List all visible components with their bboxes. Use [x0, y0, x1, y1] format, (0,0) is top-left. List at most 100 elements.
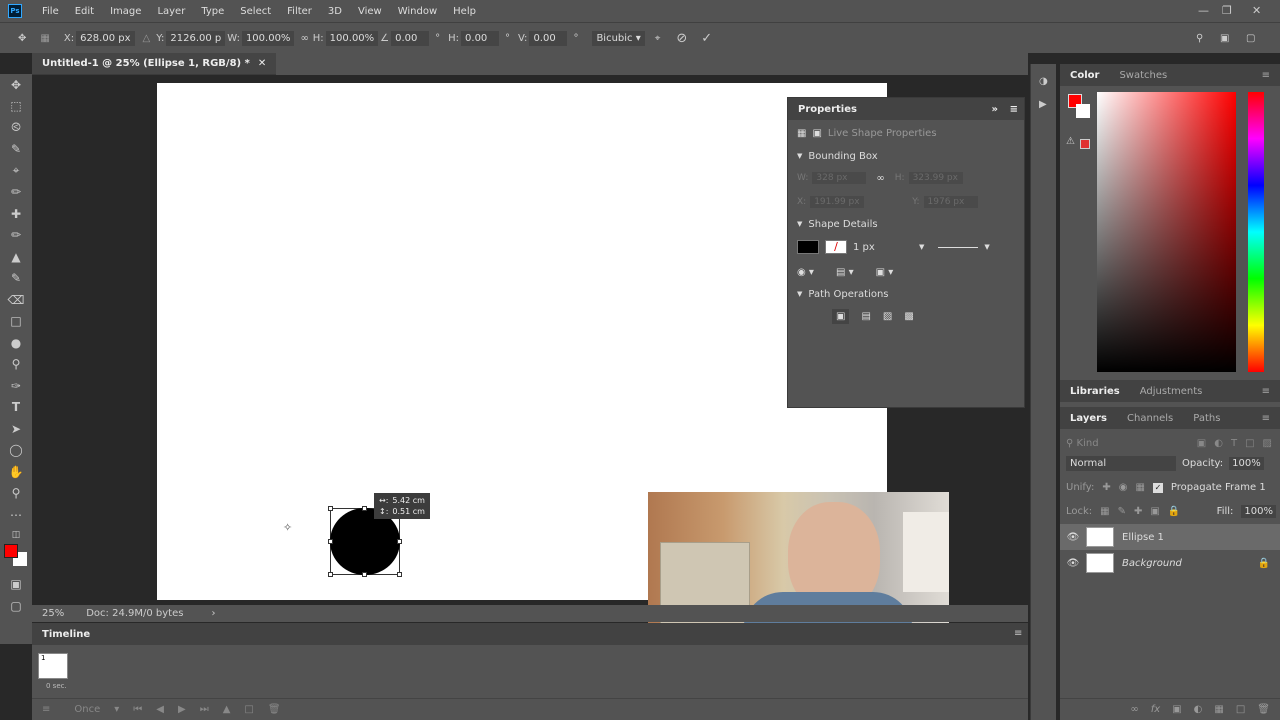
close-tab-icon[interactable]: ✕ [258, 58, 266, 69]
width-field[interactable]: 328 px [812, 172, 867, 184]
unify-position-icon[interactable]: ✚ [1102, 482, 1110, 493]
history-icon[interactable]: ◑ [1031, 64, 1056, 87]
brush-tool-icon[interactable]: ✏ [0, 225, 32, 247]
stamp-tool-icon[interactable]: ▲ [0, 246, 32, 268]
cancel-icon[interactable]: ⊘ [676, 31, 687, 46]
link-dimensions-icon[interactable]: ∞ [876, 173, 884, 184]
stroke-align-icon[interactable]: ◉ ▾ [797, 267, 814, 278]
menu-type[interactable]: Type [193, 6, 232, 17]
minimize-icon[interactable]: — [1198, 4, 1209, 17]
history-brush-icon[interactable]: ✎ [0, 268, 32, 290]
tab-adjustments[interactable]: Adjustments [1130, 386, 1213, 397]
expand-icon[interactable]: ▼ [797, 290, 802, 298]
delete-frame-icon[interactable]: 🗑 [268, 704, 281, 715]
actions-icon[interactable]: ▶ [1031, 87, 1056, 110]
menu-layer[interactable]: Layer [149, 6, 193, 17]
tab-channels[interactable]: Channels [1117, 413, 1183, 424]
path-select-tool-icon[interactable]: ➤ [0, 418, 32, 440]
stroke-type-select[interactable] [938, 246, 979, 248]
warp-icon[interactable]: ⌖ [655, 33, 661, 44]
libraries-menu-icon[interactable]: ≡ [1252, 386, 1280, 397]
next-frame-icon[interactable]: ⏭ [200, 704, 209, 715]
tween-icon[interactable]: ▲ [223, 704, 231, 715]
timeline-menu-icon[interactable]: ≡ [1014, 628, 1022, 639]
foreground-color-swatch[interactable] [4, 543, 18, 558]
frame-delay[interactable]: 0 sec. [46, 682, 67, 690]
dodge-tool-icon[interactable]: ⚲ [0, 354, 32, 376]
quick-select-tool-icon[interactable]: ✎ [0, 139, 32, 161]
lock-transparent-icon[interactable]: ▦ [1100, 506, 1109, 517]
filter-smart-icon[interactable]: ▨ [1263, 438, 1272, 449]
duplicate-frame-icon[interactable]: □ [244, 704, 253, 715]
shape-details-section[interactable]: ▼ Shape Details [788, 214, 1024, 234]
layer-row-background[interactable]: 👁 Background 🔒 [1060, 550, 1280, 576]
tab-paths[interactable]: Paths [1183, 413, 1230, 424]
first-frame-icon[interactable]: ⏮ [133, 704, 142, 715]
add-mask-icon[interactable]: ▣ [1172, 704, 1181, 715]
default-colors-icon[interactable]: ◫ [0, 526, 32, 544]
reference-point-icon[interactable]: ▦ [40, 33, 49, 44]
expand-icon[interactable]: ▼ [797, 152, 802, 160]
share-icon[interactable]: ▢ [1246, 33, 1255, 44]
color-field[interactable] [1097, 92, 1236, 372]
panel-menu-icon[interactable]: ≡ [1010, 104, 1018, 115]
layers-menu-icon[interactable]: ≡ [1252, 413, 1280, 424]
width-scale-input[interactable]: 100.00% [241, 30, 295, 46]
menu-image[interactable]: Image [102, 6, 149, 17]
y-position-input[interactable]: 2126.00 p [166, 30, 226, 46]
lock-artboard-icon[interactable]: ▣ [1150, 506, 1159, 517]
loop-option[interactable]: Once [74, 704, 100, 715]
visibility-eye-icon[interactable]: 👁 [1060, 558, 1086, 569]
layer-row-ellipse[interactable]: 👁 Ellipse 1 [1060, 524, 1280, 550]
h-skew-input[interactable]: 0.00 [461, 30, 500, 46]
marquee-tool-icon[interactable]: ⬚ [0, 96, 32, 118]
close-icon[interactable]: ✕ [1252, 4, 1261, 17]
menu-filter[interactable]: Filter [279, 6, 320, 17]
link-layers-icon[interactable]: ∞ [1130, 704, 1138, 715]
interpolation-select[interactable]: Bicubic ▾ [592, 30, 645, 46]
delete-layer-icon[interactable]: 🗑 [1257, 704, 1270, 715]
move-tool-icon[interactable]: ✥ [0, 74, 32, 96]
new-layer-icon[interactable]: □ [1236, 704, 1245, 715]
stroke-width[interactable]: 1 px [853, 242, 913, 253]
intersect-shapes-icon[interactable]: ▨ [883, 311, 892, 322]
adjustment-layer-icon[interactable]: ◐ [1194, 704, 1203, 715]
loop-dropdown-icon[interactable]: ▾ [114, 704, 119, 715]
quick-mask-icon[interactable]: ▣ [0, 574, 32, 596]
x-position-input[interactable]: 628.00 px [76, 30, 135, 46]
link-icon[interactable]: ∞ [300, 33, 308, 44]
zoom-tool-icon[interactable]: ⚲ [0, 483, 32, 505]
height-field[interactable]: 323.99 px [908, 172, 963, 184]
zoom-level[interactable]: 25% [42, 608, 64, 619]
screen-mode-icon[interactable]: ▢ [0, 595, 32, 617]
opacity-input[interactable]: 100% [1229, 457, 1264, 470]
menu-help[interactable]: Help [445, 6, 484, 17]
fx-icon[interactable]: fx [1151, 704, 1160, 715]
collapse-icon[interactable]: » [992, 104, 998, 115]
blend-mode-select[interactable]: Normal [1066, 456, 1176, 471]
stroke-caps-icon[interactable]: ▤ ▾ [836, 267, 854, 278]
menu-file[interactable]: File [34, 6, 67, 17]
gradient-tool-icon[interactable]: □ [0, 311, 32, 333]
subtract-shapes-icon[interactable]: ▤ [861, 311, 870, 322]
path-operations-section[interactable]: ▼ Path Operations [788, 284, 1024, 304]
prev-frame-icon[interactable]: ◀ [156, 704, 164, 715]
menu-window[interactable]: Window [390, 6, 445, 17]
new-group-icon[interactable]: ▦ [1214, 704, 1223, 715]
hand-tool-icon[interactable]: ✋ [0, 461, 32, 483]
frame-thumbnail[interactable]: 1 [38, 653, 68, 679]
tab-swatches[interactable]: Swatches [1109, 70, 1177, 81]
rotation-input[interactable]: 0.00 [391, 30, 430, 46]
convert-icon[interactable]: ≡ [42, 704, 50, 715]
fill-input[interactable]: 100% [1241, 505, 1276, 518]
stroke-type-dropdown-icon[interactable]: ▼ [984, 243, 989, 251]
propagate-checkbox[interactable]: ✓ [1152, 482, 1163, 493]
filter-type-icon[interactable]: T [1231, 438, 1237, 449]
menu-edit[interactable]: Edit [67, 6, 102, 17]
status-arrow-icon[interactable]: › [211, 608, 215, 619]
v-skew-input[interactable]: 0.00 [529, 30, 568, 46]
document-tab[interactable]: Untitled-1 @ 25% (Ellipse 1, RGB/8) * ✕ [32, 53, 277, 75]
stroke-swatch[interactable]: ∕ [825, 240, 847, 254]
background-swatch[interactable] [1076, 104, 1090, 118]
filter-adjust-icon[interactable]: ◐ [1214, 438, 1223, 449]
